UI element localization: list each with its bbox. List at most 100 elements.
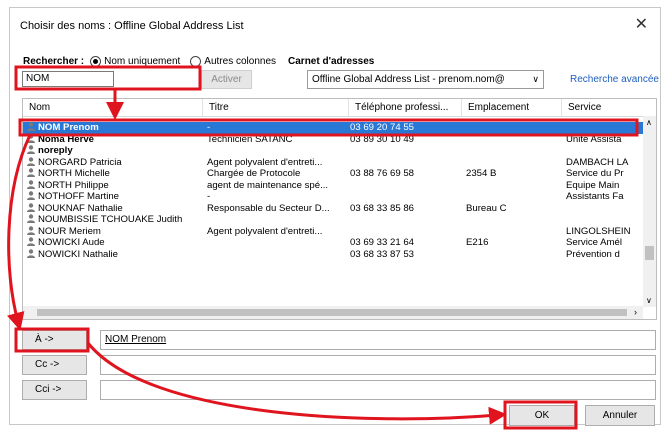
cell-service: DAMBACH LA: [566, 157, 644, 169]
contact-icon: [27, 202, 38, 214]
table-row[interactable]: NOWICKI Nathalie 03 68 33 87 53 Prévention…: [23, 249, 643, 261]
cell-service: Unité Assista: [566, 134, 644, 146]
table-body: NOM Prenom - 03 69 20 74 55 Noma Hervé Techn…: [23, 122, 643, 260]
column-header-location[interactable]: Emplacement: [462, 99, 562, 116]
cell-text: 03 89 30 10 49: [350, 133, 415, 145]
cell-text: Technicien SATANC: [207, 133, 293, 145]
cell-service: LINGOLSHEIN: [566, 226, 644, 238]
contact-icon: [27, 248, 38, 260]
radio-name-only[interactable]: [90, 55, 102, 67]
contact-icon: [27, 133, 38, 145]
cell-name: NOUKNAF Nathalie: [27, 203, 202, 215]
scroll-right-icon[interactable]: ›: [634, 307, 637, 317]
cell-text: NOTHOFF Martine: [38, 191, 120, 202]
table-row[interactable]: NORGARD Patricia Agent polyvalent d'entre…: [23, 157, 643, 169]
to-field[interactable]: NOM Prenom: [100, 330, 656, 350]
table-row[interactable]: NOUKNAF Nathalie Responsable du Secteur D…: [23, 203, 643, 215]
cc-button[interactable]: Cc ->: [22, 355, 87, 375]
cell-service: Service du Pr: [566, 168, 644, 180]
cell-text: NORTH Michelle: [38, 168, 110, 179]
dialog-window: Choisir des noms : Offline Global Addres…: [0, 0, 665, 430]
table-row[interactable]: noreply: [23, 145, 643, 157]
cell-service: Service Amél: [566, 237, 644, 249]
cell-text: Noma Hervé: [38, 133, 94, 145]
contact-icon: [27, 237, 38, 248]
cell-text: DAMBACH LA: [566, 156, 629, 168]
radio-other-columns[interactable]: [190, 55, 202, 67]
search-input[interactable]: NOM: [22, 71, 114, 87]
cell-title: Responsable du Secteur D...: [207, 203, 349, 215]
column-header-phone[interactable]: Téléphone professi...: [349, 99, 462, 116]
scroll-down-icon[interactable]: ∨: [646, 296, 652, 305]
ok-button[interactable]: OK: [509, 405, 575, 426]
bcc-button[interactable]: Cci ->: [22, 380, 87, 400]
cell-text: Unité Assista: [566, 133, 622, 145]
table-row[interactable]: NORTH Philippe agent de maintenance spé..…: [23, 180, 643, 192]
cell-text: Responsable du Secteur D...: [207, 202, 330, 214]
vertical-scroll-thumb[interactable]: [645, 246, 654, 260]
cell-title: Agent polyvalent d'entreti...: [207, 157, 349, 169]
cell-phone: 03 69 20 74 55: [350, 122, 462, 134]
cell-text: Assistants Fa: [566, 191, 624, 202]
cell-location: E216: [466, 237, 561, 249]
addressbook-select[interactable]: Offline Global Address List - prenom.nom…: [307, 70, 544, 89]
contact-icon: [27, 145, 38, 156]
close-icon[interactable]: ✕: [635, 15, 648, 35]
cell-text: NORGARD Patricia: [38, 156, 122, 168]
cell-text: NOM Prenom: [38, 122, 99, 133]
cell-text: Agent polyvalent d'entreti...: [207, 156, 323, 168]
cell-name: NOUR Meriem: [27, 226, 202, 238]
cell-text: NOUR Meriem: [38, 225, 101, 237]
window-title: Choisir des noms : Offline Global Addres…: [20, 20, 244, 32]
cell-title: Chargée de Protocole: [207, 168, 349, 180]
cell-name: NOTHOFF Martine: [27, 191, 202, 203]
table-row[interactable]: NOUMBISSIE TCHOUAKE Judith: [23, 214, 643, 226]
cell-name: Noma Hervé: [27, 134, 202, 146]
contact-icon: [27, 168, 38, 179]
advanced-search-link[interactable]: Recherche avancée: [570, 74, 659, 85]
table-row[interactable]: NORTH Michelle Chargée de Protocole 03 88 …: [23, 168, 643, 180]
horizontal-scroll-thumb[interactable]: [37, 309, 627, 316]
title-bar: Choisir des noms : Offline Global Addres…: [14, 14, 654, 36]
cell-title: -: [207, 191, 349, 203]
cell-text: Service Amél: [566, 237, 622, 248]
contact-icon: [27, 214, 38, 225]
cell-name: NOM Prenom: [27, 122, 202, 134]
column-header-title[interactable]: Titre: [203, 99, 349, 116]
cell-name: NORGARD Patricia: [27, 157, 202, 169]
cell-text: agent de maintenance spé...: [207, 179, 329, 191]
to-button[interactable]: À ->: [22, 330, 87, 350]
horizontal-scrollbar[interactable]: ›: [23, 306, 643, 319]
cc-field[interactable]: [100, 355, 656, 375]
cell-text: NOUMBISSIE TCHOUAKE Judith: [38, 214, 183, 225]
contacts-table: Nom Titre Téléphone professi... Emplacem…: [22, 98, 657, 320]
vertical-scrollbar[interactable]: ∧ ∨: [643, 116, 656, 307]
cell-phone: 03 88 76 69 58: [350, 168, 462, 180]
table-row[interactable]: NOM Prenom - 03 69 20 74 55: [23, 122, 643, 134]
bcc-button-label: Cci ->: [35, 384, 62, 395]
cell-text: NOUKNAF Nathalie: [38, 202, 123, 214]
cell-name: NOWICKI Aude: [27, 237, 202, 249]
table-row[interactable]: Noma Hervé Technicien SATANC 03 89 30 10 4…: [23, 134, 643, 146]
cell-name: noreply: [27, 145, 202, 157]
cell-service: Assistants Fa: [566, 191, 644, 203]
cell-text: Chargée de Protocole: [207, 168, 301, 179]
cc-button-label: Cc ->: [35, 359, 60, 370]
column-header-service[interactable]: Service: [562, 99, 656, 116]
cell-name: NORTH Philippe: [27, 180, 202, 192]
activate-button[interactable]: Activer: [201, 70, 252, 89]
cell-phone: 03 69 33 21 64: [350, 237, 462, 249]
cell-text: NORTH Philippe: [38, 179, 109, 191]
cell-title: Agent polyvalent d'entreti...: [207, 226, 349, 238]
addressbook-select-value: Offline Global Address List - prenom.nom…: [312, 74, 505, 85]
table-row[interactable]: NOWICKI Aude 03 69 33 21 64 E216 Service Am…: [23, 237, 643, 249]
column-header-name[interactable]: Nom: [23, 99, 203, 116]
table-row[interactable]: NOUR Meriem Agent polyvalent d'entreti...…: [23, 226, 643, 238]
cancel-button[interactable]: Annuler: [585, 405, 655, 426]
scroll-up-icon[interactable]: ∧: [646, 118, 652, 127]
bcc-field[interactable]: [100, 380, 656, 400]
to-recipient[interactable]: NOM Prenom: [105, 334, 166, 345]
table-row[interactable]: NOTHOFF Martine - Assistants Fa: [23, 191, 643, 203]
cell-location: Bureau C: [466, 203, 561, 215]
addressbook-label: Carnet d'adresses: [288, 55, 375, 67]
